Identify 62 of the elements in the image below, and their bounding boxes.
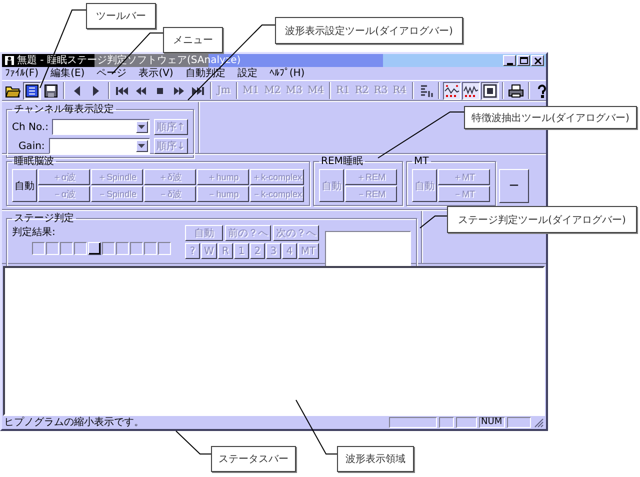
caret-icon <box>138 125 146 129</box>
framed-square-icon <box>482 82 498 98</box>
wave-marker-button[interactable] <box>462 82 480 100</box>
minimize-button[interactable] <box>503 55 516 66</box>
status-indicator: NUM <box>479 417 505 428</box>
callout-label: メニュー <box>163 27 223 53</box>
printer-icon <box>508 82 524 98</box>
maximize-icon <box>520 57 528 64</box>
menu-item[interactable]: ﾍﾙﾌﾟ(H) <box>269 68 305 80</box>
stage-cell[interactable] <box>158 242 171 255</box>
minimize-icon <box>506 62 512 64</box>
group-title: チャンネル毎表示設定 <box>13 104 115 115</box>
maximize-button[interactable] <box>517 55 530 66</box>
status-pane <box>439 417 454 428</box>
field-label: Ch No.: <box>12 122 48 132</box>
stage-cell[interactable] <box>46 242 59 255</box>
menu-item[interactable]: 編集(E) <box>50 68 85 80</box>
stage-cell[interactable] <box>102 242 115 255</box>
status-pane <box>456 417 477 428</box>
stage-cell[interactable] <box>60 242 73 255</box>
stage-cell[interactable] <box>144 242 157 255</box>
close-button[interactable] <box>531 55 544 66</box>
result-label: 判定結果: <box>12 226 56 239</box>
waveform-icon <box>444 82 460 98</box>
stage-cell[interactable] <box>74 242 87 255</box>
wave-button[interactable] <box>442 82 461 100</box>
menu-item[interactable]: 設定 <box>237 68 258 80</box>
menu-item[interactable]: 表示(V) <box>138 68 174 80</box>
group-title: ステージ判定 <box>13 213 75 224</box>
dropdown[interactable] <box>48 138 150 154</box>
resize-grip-icon <box>533 417 544 428</box>
callout-label: 波形表示領域 <box>337 446 414 472</box>
view-button[interactable] <box>23 82 41 100</box>
tool-button[interactable]: ー <box>499 169 530 203</box>
leader-line <box>420 216 448 228</box>
status-pane <box>507 417 531 428</box>
status-pane <box>389 417 437 428</box>
callout-label: ツールバー <box>86 3 156 29</box>
auto-button[interactable]: 自動 <box>12 169 37 202</box>
close-icon <box>534 56 542 64</box>
status-message: ヒプノグラムの縮小表示です。 <box>4 416 145 428</box>
callout-label: ステージ判定ツール(ダイアログバー) <box>447 206 637 233</box>
group-title: MT <box>413 156 430 167</box>
leader-line <box>296 400 338 454</box>
stage-cell[interactable] <box>130 242 143 255</box>
stage-cell[interactable] <box>32 242 45 255</box>
print-button[interactable] <box>506 82 525 100</box>
frame-button[interactable] <box>480 82 499 100</box>
field-label: Gain: <box>17 140 45 152</box>
save-button[interactable] <box>42 82 60 100</box>
group-title: 睡眠脳波 <box>13 156 55 167</box>
callout-label: ステータスバー <box>211 446 296 472</box>
menu-item[interactable]: ﾌｧｲﾙ(F) <box>5 68 39 80</box>
grid-icon <box>24 82 40 98</box>
leader-line <box>176 430 212 454</box>
callout-label: 特徴波抽出ツール(ダイアログバー) <box>464 106 637 129</box>
caret-icon <box>138 144 146 148</box>
app-icon <box>4 55 15 66</box>
callout-label: 波形表示設定ツール(ダイアログバー) <box>275 17 463 44</box>
dropdown[interactable] <box>52 119 150 135</box>
stage-cell[interactable] <box>116 242 129 255</box>
group-title: REM睡眠 <box>320 156 364 167</box>
